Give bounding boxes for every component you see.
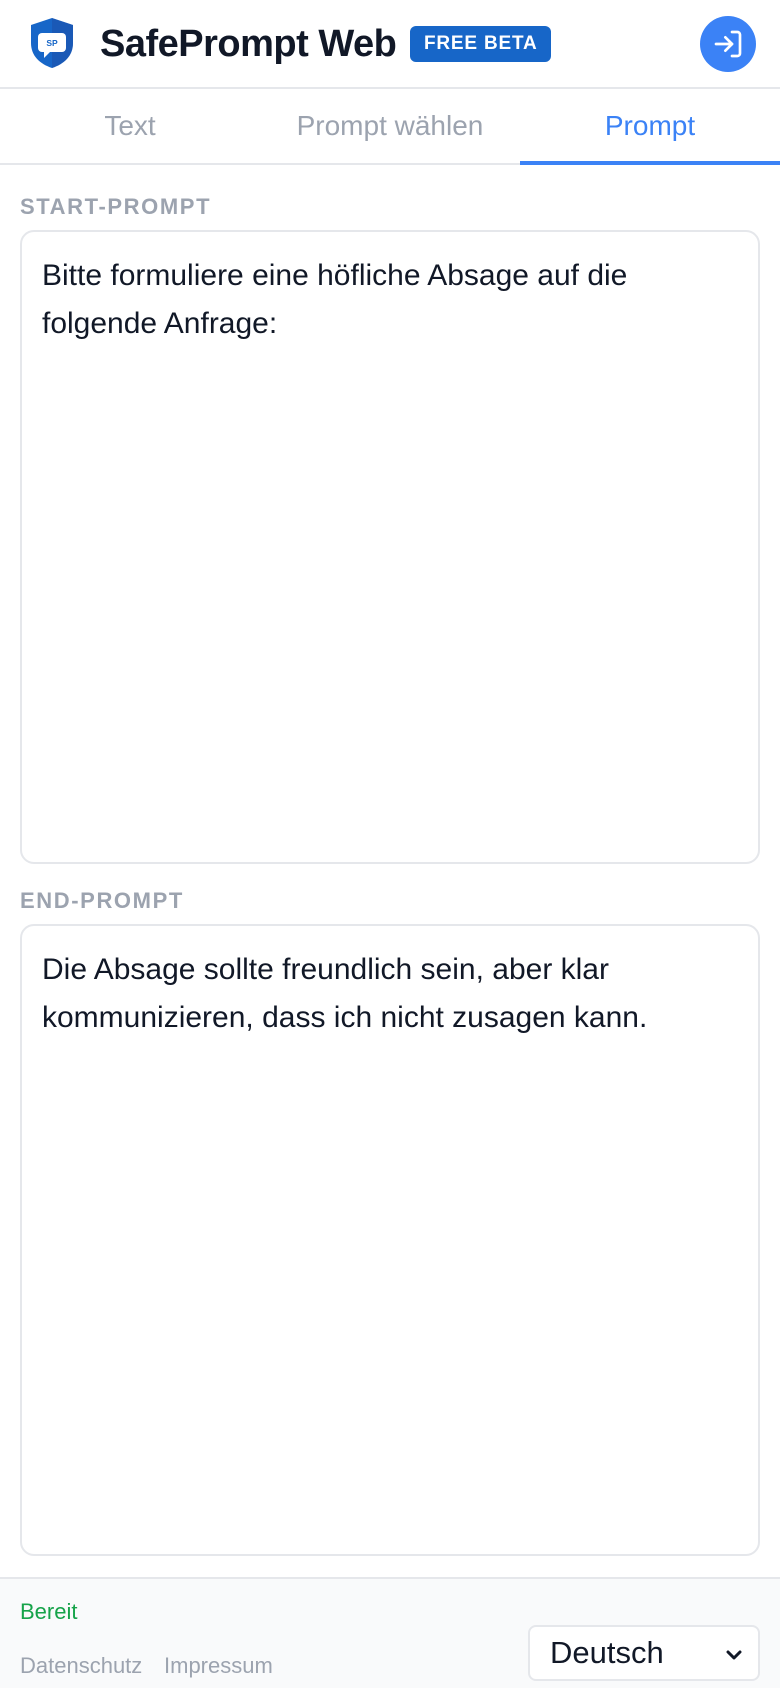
logo-text: SP <box>46 38 58 48</box>
app-header: SP SafePrompt Web FREE BETA <box>0 0 780 89</box>
app-title: SafePrompt Web <box>100 23 397 65</box>
start-prompt-textarea[interactable]: Bitte formuliere eine höfliche Absage au… <box>20 230 760 864</box>
login-arrow-icon <box>714 30 742 58</box>
end-prompt-label: END-PROMPT <box>20 888 184 913</box>
language-select-value: Deutsch <box>550 1635 664 1670</box>
chevron-down-icon <box>726 1650 742 1660</box>
footer: Bereit Datenschutz Impressum Deutsch <box>0 1577 780 1688</box>
status-text: Bereit <box>20 1599 78 1624</box>
language-select[interactable]: Deutsch <box>528 1625 760 1681</box>
tab-prompt-waehlen[interactable]: Prompt wählen <box>260 89 520 163</box>
tab-prompt[interactable]: Prompt <box>520 89 780 165</box>
end-prompt-textarea[interactable]: Die Absage sollte freundlich sein, aber … <box>20 924 760 1556</box>
imprint-link[interactable]: Impressum <box>164 1653 273 1679</box>
beta-badge: FREE BETA <box>410 26 552 62</box>
tab-text[interactable]: Text <box>0 89 260 163</box>
privacy-link[interactable]: Datenschutz <box>20 1653 142 1679</box>
tab-bar: Text Prompt wählen Prompt <box>0 89 780 165</box>
start-prompt-label: START-PROMPT <box>20 194 212 219</box>
login-button[interactable] <box>700 16 756 72</box>
shield-logo-icon: SP <box>31 18 73 68</box>
